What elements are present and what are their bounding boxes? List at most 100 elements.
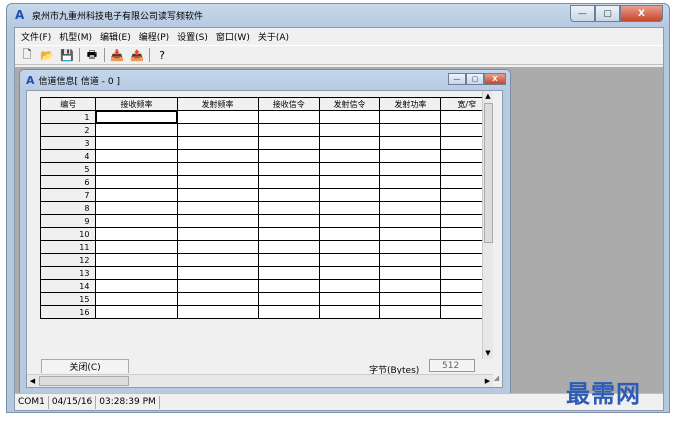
menu-model[interactable]: 机型(M) [55,30,96,43]
new-file-icon[interactable]: 🗋 [19,47,35,63]
grid-cell[interactable] [257,188,320,202]
grid-cell[interactable] [176,279,259,293]
read-radio-icon[interactable]: 📥 [109,47,125,63]
grid-cell[interactable] [379,266,442,280]
table-row[interactable]: 10 [39,227,493,241]
table-row[interactable]: 6 [39,175,493,189]
horizontal-scroll-thumb[interactable] [39,376,129,386]
grid-cell[interactable] [176,188,259,202]
grid-cell[interactable] [176,253,259,267]
grid-cell[interactable] [257,162,320,176]
grid-cell[interactable] [318,162,381,176]
grid-cell[interactable] [176,123,259,137]
column-header-tx-signal[interactable]: 发射信令 [318,97,381,111]
grid-cell[interactable] [379,279,442,293]
grid-cell[interactable] [95,201,178,215]
scroll-up-icon[interactable]: ▲ [483,91,493,102]
grid-cell[interactable] [176,136,259,150]
grid-cell[interactable] [95,227,178,241]
grid-cell[interactable] [95,253,178,267]
write-radio-icon[interactable]: 📤 [129,47,145,63]
open-folder-icon[interactable]: 📂 [39,47,55,63]
grid-cell[interactable] [176,110,259,124]
grid-cell[interactable] [176,305,259,319]
scroll-left-icon[interactable]: ◀ [27,375,38,387]
table-row[interactable]: 1 [39,110,493,124]
table-row[interactable]: 14 [39,279,493,293]
grid-cell[interactable] [95,240,178,254]
grid-cell[interactable] [176,292,259,306]
child-minimize-button[interactable]: — [448,73,466,85]
grid-cell[interactable] [257,292,320,306]
grid-cell[interactable] [318,136,381,150]
grid-cell[interactable] [318,292,381,306]
grid-cell[interactable] [95,279,178,293]
grid-cell[interactable] [95,136,178,150]
table-row[interactable]: 9 [39,214,493,228]
column-header-tx-freq[interactable]: 发射频率 [176,97,259,111]
grid-cell[interactable] [318,305,381,319]
grid-cell[interactable] [379,201,442,215]
grid-cell[interactable] [379,188,442,202]
grid-cell[interactable] [318,214,381,228]
vertical-scroll-thumb[interactable] [484,103,493,243]
menu-edit[interactable]: 编辑(E) [96,30,135,43]
grid-cell[interactable] [318,149,381,163]
menu-program[interactable]: 编程(P) [135,30,173,43]
grid-cell[interactable] [176,175,259,189]
grid-cell[interactable] [95,175,178,189]
grid-cell[interactable] [176,162,259,176]
table-row[interactable]: 5 [39,162,493,176]
table-row[interactable]: 7 [39,188,493,202]
table-row[interactable]: 12 [39,253,493,267]
grid-cell[interactable] [95,149,178,163]
grid-cell[interactable] [379,136,442,150]
grid-cell[interactable] [257,123,320,137]
grid-cell[interactable] [318,188,381,202]
table-row[interactable]: 13 [39,266,493,280]
menu-about[interactable]: 关于(A) [254,30,293,43]
table-row[interactable]: 4 [39,149,493,163]
grid-cell[interactable] [379,149,442,163]
title-bar[interactable]: A 泉州市九重州科技电子有限公司读写频软件 — ▢ X [7,4,669,26]
grid-cell[interactable] [95,162,178,176]
table-row[interactable]: 11 [39,240,493,254]
child-maximize-button[interactable]: ▢ [466,73,484,85]
maximize-button[interactable]: ▢ [595,5,620,22]
grid-cell[interactable] [257,214,320,228]
grid-cell[interactable] [379,110,442,124]
menu-window[interactable]: 窗口(W) [212,30,254,43]
grid-cell[interactable] [95,292,178,306]
grid-cell[interactable] [176,201,259,215]
column-header-rx-signal[interactable]: 接收信令 [257,97,320,111]
grid-cell[interactable] [318,279,381,293]
table-row[interactable]: 15 [39,292,493,306]
child-close-button[interactable]: X [484,73,506,85]
grid-cell[interactable] [176,149,259,163]
grid-cell[interactable] [318,253,381,267]
grid-cell[interactable] [95,110,178,124]
grid-cell[interactable] [95,266,178,280]
grid-cell[interactable] [257,266,320,280]
minimize-button[interactable]: — [570,5,595,22]
grid-cell[interactable] [379,175,442,189]
grid-cell[interactable] [257,136,320,150]
grid-cell[interactable] [176,240,259,254]
grid-cell[interactable] [379,214,442,228]
grid-cell[interactable] [379,227,442,241]
column-header-rx-freq[interactable]: 接收频率 [95,97,178,111]
table-row[interactable]: 3 [39,136,493,150]
close-button[interactable]: 关闭(C) [41,359,129,373]
grid-cell[interactable] [318,175,381,189]
horizontal-scrollbar[interactable]: ◀ ▶ [27,374,493,387]
vertical-scrollbar[interactable]: ▲ ▼ [482,91,493,359]
grid-cell[interactable] [176,227,259,241]
save-icon[interactable]: 💾 [59,47,75,63]
grid-cell[interactable] [318,266,381,280]
grid-cell[interactable] [257,110,320,124]
column-header-tx-power[interactable]: 发射功率 [379,97,442,111]
table-row[interactable]: 16 [39,305,493,319]
column-header-number[interactable]: 编号 [39,97,97,111]
grid-cell[interactable] [318,240,381,254]
grid-cell[interactable] [176,214,259,228]
